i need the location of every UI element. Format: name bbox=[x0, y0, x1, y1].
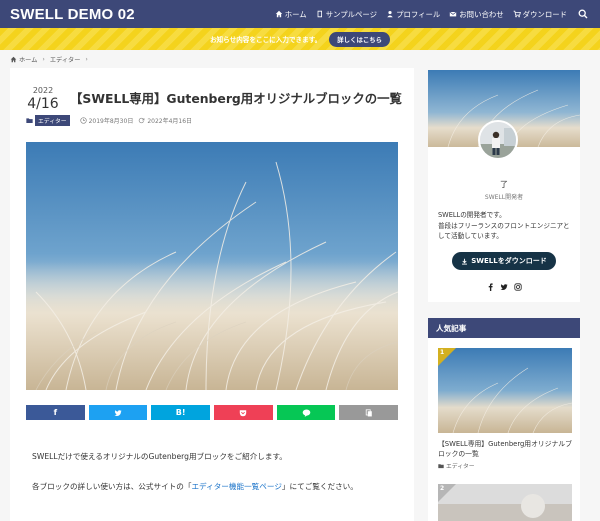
breadcrumb-category[interactable]: エディター bbox=[50, 55, 81, 64]
instagram-icon[interactable] bbox=[513, 283, 522, 291]
global-nav: ホーム サンプルページ プロフィール お問い合わせ ダウンロード bbox=[275, 0, 600, 28]
rank-number: 1 bbox=[440, 349, 445, 356]
nav-label: お問い合わせ bbox=[459, 9, 504, 19]
share-line-button[interactable] bbox=[276, 405, 336, 420]
featured-image bbox=[26, 142, 398, 390]
clock-icon bbox=[79, 117, 87, 124]
nav-item-contact[interactable]: お問い合わせ bbox=[449, 9, 504, 20]
notice-button[interactable]: 詳しくはこちら bbox=[329, 31, 391, 47]
book-icon bbox=[317, 10, 322, 18]
download-label: SWELLをダウンロード bbox=[471, 257, 547, 265]
site-logo[interactable]: SWELL DEMO 02 bbox=[10, 6, 135, 23]
notice-text: お知らせ内容をここに入力できます。 bbox=[209, 36, 322, 44]
published-date: 2019年8月30日 bbox=[88, 118, 134, 125]
profile-name: 了 bbox=[500, 180, 508, 189]
home-icon bbox=[275, 10, 282, 18]
chevron-right-icon: › bbox=[42, 56, 45, 63]
mail-icon bbox=[449, 11, 457, 17]
rank-number: 2 bbox=[440, 485, 445, 492]
nav-item-sample[interactable]: サンプルページ bbox=[316, 9, 377, 20]
popular-posts-widget: 1 【SWELL専用】Gutenberg用オリジナルブロックの一覧 エディター … bbox=[428, 338, 580, 521]
user-icon bbox=[387, 10, 393, 18]
nav-label: プロフィール bbox=[396, 9, 441, 19]
avatar bbox=[478, 120, 518, 160]
updated-date: 2022年4月16日 bbox=[147, 118, 193, 125]
share-hatena-button[interactable]: B! bbox=[151, 405, 211, 420]
post-monthday: 4/16 bbox=[27, 96, 59, 112]
profile-desc-line: 普段はフリーランスのフロントエンジニアと bbox=[438, 221, 570, 230]
profile-description: SWELLの開発者です。 普段はフリーランスのフロントエンジニアと して活動して… bbox=[438, 210, 574, 242]
share-buttons: f B! bbox=[26, 405, 399, 420]
share-copy-button[interactable] bbox=[339, 405, 399, 420]
paragraph: 各ブロックの詳しい使い方は、公式サイトの「エディター機能一覧ページ」にてご覧くだ… bbox=[32, 481, 358, 492]
breadcrumb-home[interactable]: ホーム bbox=[19, 55, 37, 64]
folder-icon bbox=[438, 463, 444, 468]
post-year: 2022 bbox=[32, 86, 54, 95]
category-badge[interactable]: エディター bbox=[35, 115, 70, 126]
chevron-right-icon: › bbox=[85, 56, 88, 63]
profile-desc-line: SWELLの開発者です。 bbox=[438, 211, 506, 219]
nav-label: ホーム bbox=[284, 9, 307, 19]
profile-role: SWELL開発者 bbox=[484, 194, 524, 201]
twitter-icon bbox=[114, 409, 122, 416]
search-icon bbox=[578, 9, 588, 19]
popular-post-category-label: エディター bbox=[446, 464, 475, 470]
profile-widget: 了 SWELL開発者 SWELLの開発者です。 普段はフリーランスのフロントエン… bbox=[428, 70, 580, 302]
nav-label: ダウンロード bbox=[522, 9, 567, 19]
popular-post-thumbnail[interactable]: 1 bbox=[438, 348, 572, 433]
post-date: 2022 4/16 bbox=[26, 86, 60, 112]
twitter-icon[interactable] bbox=[499, 283, 508, 291]
paragraph-text: 各ブロックの詳しい使い方は、公式サイトの「 bbox=[32, 482, 192, 491]
nav-item-download[interactable]: ダウンロード bbox=[513, 9, 567, 20]
paragraph: SWELLだけで使えるオリジナルのGutenberg用ブロックをご紹介します。 bbox=[32, 452, 287, 461]
popular-post-category: エディター bbox=[438, 461, 475, 470]
line-icon bbox=[302, 409, 310, 417]
share-facebook-button[interactable]: f bbox=[26, 405, 85, 420]
nav-item-home[interactable]: ホーム bbox=[275, 9, 307, 20]
paragraph-text: 」にてご覧ください。 bbox=[281, 482, 358, 491]
social-links bbox=[428, 283, 580, 291]
profile-desc-line: して活動しています。 bbox=[438, 232, 503, 240]
search-button[interactable] bbox=[578, 9, 588, 19]
hatena-icon: B! bbox=[175, 408, 186, 417]
download-icon bbox=[462, 258, 468, 265]
home-icon bbox=[10, 56, 17, 63]
share-twitter-button[interactable] bbox=[88, 405, 148, 420]
facebook-icon[interactable] bbox=[487, 283, 494, 291]
copy-icon bbox=[365, 408, 372, 416]
popular-posts-heading: 人気記事 bbox=[428, 318, 580, 338]
refresh-icon bbox=[138, 117, 145, 124]
post-meta: エディター 2019年8月30日 2022年4月16日 bbox=[26, 115, 192, 126]
site-header: SWELL DEMO 02 ホーム サンプルページ プロフィール お問い合わせ … bbox=[0, 0, 600, 28]
folder-icon bbox=[26, 118, 33, 123]
facebook-icon: f bbox=[53, 408, 58, 417]
breadcrumb: ホーム › エディター › bbox=[10, 55, 93, 64]
editor-features-link[interactable]: エディター機能一覧ページ bbox=[191, 482, 281, 491]
popular-post-thumbnail[interactable]: 2 bbox=[438, 484, 572, 521]
notice-bar: お知らせ内容をここに入力できます。 詳しくはこちら bbox=[0, 28, 600, 50]
cart-icon bbox=[513, 10, 521, 18]
article-card: 2022 4/16 【SWELL専用】Gutenberg用オリジナルブロックの一… bbox=[10, 68, 414, 521]
nav-label: サンプルページ bbox=[325, 9, 378, 19]
page-title: 【SWELL専用】Gutenberg用オリジナルブロックの一覧 bbox=[70, 91, 402, 106]
pocket-icon bbox=[240, 409, 247, 416]
share-pocket-button[interactable] bbox=[214, 405, 273, 420]
popular-post-title[interactable]: 【SWELL専用】Gutenberg用オリジナルブロックの一覧 bbox=[438, 439, 572, 459]
nav-item-profile[interactable]: プロフィール bbox=[386, 9, 440, 20]
download-button[interactable]: SWELLをダウンロード bbox=[452, 252, 556, 270]
